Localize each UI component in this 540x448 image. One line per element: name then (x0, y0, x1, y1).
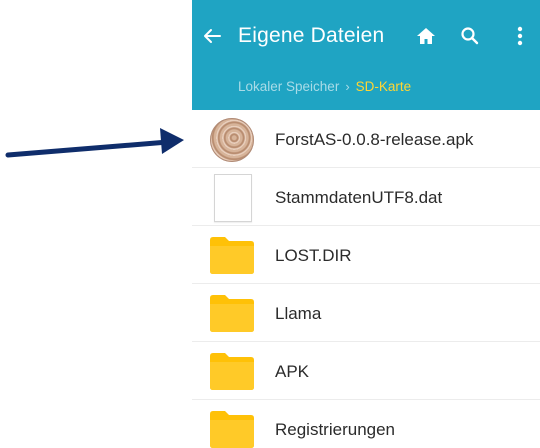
file-name: LOST.DIR (275, 246, 352, 265)
breadcrumb: Lokaler Speicher › SD-Karte (238, 79, 411, 94)
more-vertical-icon (517, 26, 523, 46)
file-manager-screen: Eigene Dateien Lokaler Speicher › SD-Kar… (192, 0, 540, 448)
folder-icon (210, 237, 254, 274)
list-item[interactable]: ForstAS-0.0.8-release.apk (192, 110, 540, 168)
back-button[interactable] (202, 26, 222, 46)
folder-icon (210, 295, 254, 332)
search-icon (461, 27, 479, 45)
breadcrumb-item-sd-karte[interactable]: SD-Karte (356, 79, 412, 94)
folder-icon (210, 353, 254, 390)
list-item[interactable]: StammdatenUTF8.dat (192, 168, 540, 226)
file-name: APK (275, 362, 310, 381)
more-options-button[interactable] (508, 24, 532, 48)
document-icon (214, 174, 252, 222)
search-button[interactable] (458, 24, 482, 48)
page-title: Eigene Dateien (238, 24, 385, 47)
apk-file-icon (210, 118, 254, 162)
file-name: Registrierungen (275, 420, 396, 439)
home-icon (417, 28, 435, 44)
folder-icon (210, 411, 254, 448)
breadcrumb-item-lokaler-speicher[interactable]: Lokaler Speicher (238, 79, 339, 94)
app-bar: Eigene Dateien Lokaler Speicher › SD-Kar… (192, 0, 540, 110)
file-name: Llama (275, 304, 322, 323)
list-item[interactable]: Registrierungen (192, 400, 540, 448)
list-item[interactable]: APK (192, 342, 540, 400)
file-list: ForstAS-0.0.8-release.apk StammdatenUTF8… (192, 110, 540, 448)
list-item[interactable]: Llama (192, 284, 540, 342)
home-button[interactable] (414, 24, 438, 48)
breadcrumb-separator: › (345, 79, 350, 94)
list-item[interactable]: LOST.DIR (192, 226, 540, 284)
arrow-left-icon (204, 29, 221, 43)
file-name: ForstAS-0.0.8-release.apk (275, 130, 474, 149)
file-name: StammdatenUTF8.dat (275, 188, 443, 207)
